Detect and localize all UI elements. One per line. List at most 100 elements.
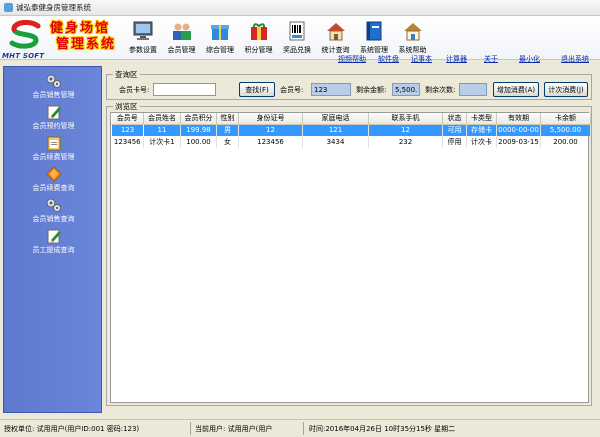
query-group: 查询区 会员卡号: 查找(F) 会员号: 剩余金额: 剩余次数: 增加消费(A)… (106, 69, 592, 100)
sidebar-item-sales-query[interactable]: 会员销售查询 (4, 197, 103, 227)
table-cell: 121 (302, 124, 369, 136)
pencil-doc-icon (47, 105, 61, 120)
search-button[interactable]: 查找(F) (239, 82, 275, 97)
card-number-label: 会员卡号: (119, 86, 150, 94)
table-cell: 12 (238, 124, 303, 136)
table-row[interactable]: 123456 计次卡1 100.00 女 123456 3434 232 停用 … (111, 136, 591, 148)
members-icon (172, 23, 191, 40)
toolbar-general-button[interactable]: 综合管理 (201, 19, 239, 57)
toolbar-prizes-button[interactable]: 奖品兑换 (278, 19, 316, 57)
table-cell: 可用 (442, 124, 467, 136)
house-search-icon (326, 23, 345, 41)
toolbar-help-button[interactable]: 系统帮助 (394, 19, 432, 57)
column-header[interactable]: 性别 (216, 113, 239, 125)
title-bar: 诚弘泰健身房管理系统 (0, 0, 600, 16)
link-exit[interactable]: 退出系统 (561, 54, 589, 64)
sidebar-item-booking[interactable]: 会员预约管理 (4, 104, 103, 134)
column-header[interactable]: 会员积分 (180, 113, 217, 125)
pencil-doc-icon (47, 229, 61, 244)
link-soft-keyboard[interactable]: 软件盘 (378, 54, 399, 64)
sidebar-item-commission[interactable]: 员工提成查询 (4, 228, 103, 258)
table-cell: 123456 (111, 136, 144, 148)
gears-icon (46, 198, 61, 212)
column-header[interactable]: 卡余额 (540, 113, 591, 125)
card-number-input[interactable] (153, 83, 216, 96)
table-cell: 男 (216, 124, 239, 136)
remaining-count-field[interactable] (459, 83, 487, 96)
table-cell: 232 (368, 136, 443, 148)
column-header[interactable]: 有效期 (496, 113, 541, 125)
sidebar-item-label: 会员续费管理 (32, 153, 75, 161)
orange-diamond-icon (45, 166, 62, 182)
column-header[interactable]: 身份证号 (238, 113, 303, 125)
table-cell: 12 (368, 124, 443, 136)
table-cell: 计次卡 (466, 136, 497, 148)
column-header[interactable]: 会员姓名 (143, 113, 181, 125)
table-cell: 计次卡1 (143, 136, 181, 148)
help-house-icon (403, 23, 422, 41)
toolbar-stats-button[interactable]: 统计查询 (317, 19, 355, 57)
column-header[interactable]: 状态 (442, 113, 467, 125)
table-header-row: 会员号 会员姓名 会员积分 性别 身份证号 家庭电话 联系手机 状态 卡类型 有… (111, 113, 591, 125)
table-cell: 5,500.00 (540, 124, 591, 136)
table-cell: 100.00 (180, 136, 217, 148)
column-header[interactable]: 会员号 (111, 113, 144, 125)
status-auth: 授权单位: 试用用户(用户ID:001 密码:123) (4, 425, 140, 433)
member-table[interactable]: 会员号 会员姓名 会员积分 性别 身份证号 家庭电话 联系手机 状态 卡类型 有… (110, 112, 591, 403)
link-notepad[interactable]: 记事本 (411, 54, 432, 64)
link-calculator[interactable]: 计算器 (446, 54, 467, 64)
gears-icon (46, 74, 61, 88)
sidebar: 会员销售管理 会员预约管理 会员续费管理 会员续费查询 会员销售查询 员工提成查… (3, 66, 102, 413)
status-bar: 授权单位: 试用用户(用户ID:001 密码:123) 当前用户: 试用用户(用… (0, 419, 600, 437)
table-cell: 停用 (442, 136, 467, 148)
link-minimize[interactable]: 最小化 (519, 54, 540, 64)
balance-label: 剩余金额: (356, 86, 387, 94)
status-current-user: 当前用户: 试用用户(用户 (195, 425, 273, 433)
query-group-title: 查询区 (113, 69, 140, 80)
quick-links: 视频帮助 软件盘 记事本 计算器 关于 最小化 退出系统 (0, 54, 600, 66)
link-video-help[interactable]: 视频帮助 (338, 54, 366, 64)
toolbar-points-button[interactable]: 积分管理 (240, 19, 278, 57)
main-toolbar: 参数设置 会员管理 综合管理 积分管理 奖品兑换 统计查询 系统管理 系统帮助 (124, 19, 432, 57)
table-cell: 女 (216, 136, 239, 148)
sidebar-item-label: 会员预约管理 (32, 122, 75, 130)
table-cell: 123456 (238, 136, 303, 148)
link-about[interactable]: 关于 (484, 54, 498, 64)
sidebar-item-label: 会员销售查询 (32, 215, 75, 223)
column-header[interactable]: 卡类型 (466, 113, 497, 125)
book-icon (366, 21, 382, 41)
sidebar-item-renewal[interactable]: 会员续费管理 (4, 135, 103, 165)
logo-s-icon (9, 20, 41, 49)
sidebar-item-label: 会员销售管理 (32, 91, 75, 99)
browse-group-title: 浏览区 (113, 101, 140, 112)
status-separator (303, 422, 304, 435)
column-header[interactable]: 联系手机 (368, 113, 443, 125)
sidebar-item-sales[interactable]: 会员销售管理 (4, 73, 103, 103)
clipboard-icon (47, 136, 60, 151)
monitor-icon (133, 21, 153, 40)
sidebar-item-label: 会员续费查询 (32, 184, 75, 192)
table-cell: 199.98 (180, 124, 217, 136)
sidebar-item-label: 员工提成查询 (32, 246, 75, 254)
toolbar-settings-button[interactable]: 参数设置 (124, 19, 162, 57)
member-number-field[interactable] (311, 83, 351, 96)
toolbar-system-button[interactable]: 系统管理 (355, 19, 393, 57)
barcode-doc-icon (289, 21, 305, 41)
app-icon (4, 3, 13, 12)
main-panel: 查询区 会员卡号: 查找(F) 会员号: 剩余金额: 剩余次数: 增加消费(A)… (104, 66, 595, 413)
toolbar-members-button[interactable]: 会员管理 (163, 19, 201, 57)
table-cell: 存储卡 (466, 124, 497, 136)
column-header[interactable]: 家庭电话 (302, 113, 369, 125)
balance-field[interactable] (392, 83, 420, 96)
table-row-selected[interactable]: 123 11 199.98 男 12 121 12 可用 存储卡 0000-00… (111, 123, 591, 137)
table-cell: 3434 (302, 136, 369, 148)
sidebar-item-renewal-query[interactable]: 会员续费查询 (4, 166, 103, 196)
brand-line-2: 管理系统 (56, 37, 117, 52)
table-cell: 200.00 (540, 136, 591, 148)
add-consumption-button[interactable]: 增加消费(A) (493, 82, 539, 97)
gift-bag-icon (250, 23, 267, 40)
count-consumption-button[interactable]: 计次消费(J) (544, 82, 588, 97)
status-separator (190, 422, 191, 435)
browse-group: 浏览区 会员号 会员姓名 会员积分 性别 身份证号 家庭电话 联系手机 状态 卡… (106, 101, 592, 406)
member-number-label: 会员号: (280, 86, 304, 94)
